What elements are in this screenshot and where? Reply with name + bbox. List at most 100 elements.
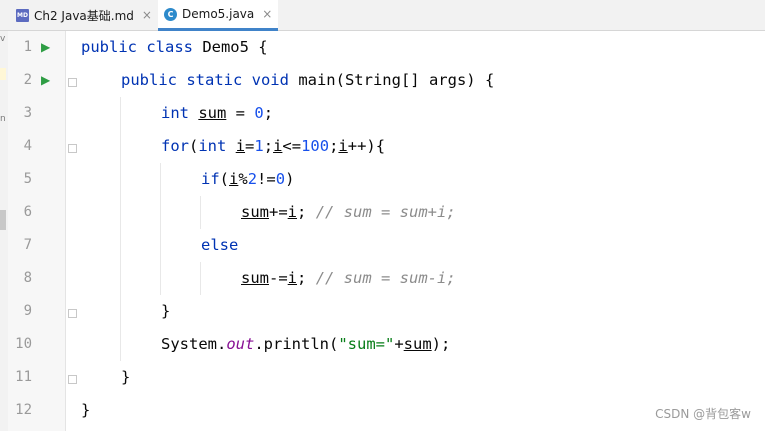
code-token: sum	[241, 203, 269, 221]
code-token: +=	[269, 203, 288, 221]
code-line[interactable]: else	[201, 229, 238, 262]
java-class-icon: C	[164, 7, 177, 21]
code-token: (	[219, 170, 230, 188]
code-token: !=	[257, 170, 276, 188]
code-token: out	[226, 335, 255, 353]
code-token: i	[235, 137, 246, 155]
code-line[interactable]: }	[121, 361, 130, 394]
code-string: "sum="	[338, 335, 395, 353]
code-token: )	[285, 170, 295, 188]
code-token: 100	[301, 137, 330, 155]
code-token: i	[338, 137, 348, 155]
code-line[interactable]: sum+=i; // sum = sum+i;	[241, 196, 456, 229]
code-token: }	[121, 368, 131, 386]
tab-label: Demo5.java	[182, 7, 255, 21]
run-icon[interactable]: ▶	[41, 31, 50, 64]
line-number[interactable]: 7	[8, 229, 32, 262]
code-token: (	[189, 137, 199, 155]
code-token: 0	[254, 104, 264, 122]
code-token: System.	[161, 335, 227, 353]
fold-marker-icon[interactable]	[68, 375, 77, 384]
line-number[interactable]: 12	[8, 394, 32, 427]
code-token: i	[287, 203, 298, 221]
close-icon[interactable]: ×	[262, 7, 272, 21]
code-token: Demo5 {	[192, 38, 268, 56]
code-line[interactable]: public static void main(String[] args) {	[121, 64, 494, 97]
code-token: %	[238, 170, 248, 188]
code-token: <=	[282, 137, 302, 155]
run-icon[interactable]: ▶	[41, 64, 50, 97]
csdn-watermark: CSDN @背包客w	[655, 407, 751, 421]
code-token: }	[161, 302, 171, 320]
code-token: .println(	[254, 335, 339, 353]
line-number[interactable]: 6	[8, 196, 32, 229]
tab-label: Ch2 Java基础.md	[34, 8, 134, 23]
code-token: 0	[275, 170, 286, 188]
fold-marker-icon[interactable]	[68, 78, 77, 87]
code-line[interactable]: if(i%2!=0)	[201, 163, 294, 196]
indent-guide	[200, 262, 201, 295]
left-strip-label: n	[0, 114, 6, 124]
code-token: int	[198, 137, 227, 155]
code-token: ;	[263, 104, 274, 122]
indent-guide	[200, 196, 201, 229]
left-strip-label: v	[0, 34, 6, 44]
code-token: if	[201, 170, 220, 188]
line-number[interactable]: 1	[8, 31, 32, 64]
close-icon[interactable]: ×	[142, 8, 152, 22]
line-number[interactable]: 9	[8, 295, 32, 328]
code-token: ;	[263, 137, 274, 155]
code-token: 1	[254, 137, 264, 155]
line-number[interactable]: 2	[8, 64, 32, 97]
left-strip-highlight	[0, 68, 6, 80]
tab-ch2-java-md[interactable]: MD Ch2 Java基础.md ×	[16, 0, 152, 30]
line-number[interactable]: 3	[8, 97, 32, 130]
code-token: 2	[247, 170, 258, 188]
code-token: i	[229, 170, 239, 188]
code-line[interactable]: int sum = 0;	[161, 97, 273, 130]
code-line[interactable]: System.out.println("sum="+sum);	[161, 328, 450, 361]
code-token: i	[287, 269, 298, 287]
line-number[interactable]: 10	[8, 328, 32, 361]
code-token: }	[81, 401, 91, 419]
code-token: ;	[297, 269, 316, 287]
code-comment: // sum = sum-i;	[315, 269, 456, 287]
line-number[interactable]: 11	[8, 361, 32, 394]
code-comment: // sum = sum+i;	[315, 203, 456, 221]
indent-guide	[120, 97, 121, 361]
indent-guide	[160, 163, 161, 295]
left-tool-strip	[0, 31, 8, 431]
left-strip-scroll-marker	[0, 210, 6, 230]
code-token: public class	[81, 38, 193, 56]
code-line[interactable]: }	[161, 295, 170, 328]
line-number[interactable]: 5	[8, 163, 32, 196]
line-number[interactable]: 4	[8, 130, 32, 163]
code-line[interactable]: sum-=i; // sum = sum-i;	[241, 262, 456, 295]
code-token: );	[431, 335, 451, 353]
code-line[interactable]: public class Demo5 {	[81, 31, 268, 64]
code-token: +	[394, 335, 404, 353]
code-token: public static void	[121, 71, 289, 89]
code-token: i	[273, 137, 283, 155]
code-token: ;	[297, 203, 316, 221]
code-token: else	[201, 236, 239, 254]
code-token: int	[161, 104, 189, 122]
code-token: ++){	[347, 137, 386, 155]
code-token: =	[245, 137, 255, 155]
code-token: sum	[198, 104, 227, 122]
code-token: sum	[241, 269, 269, 287]
fold-marker-icon[interactable]	[68, 309, 77, 318]
code-token: main(String[] args) {	[288, 71, 495, 89]
editor-tab-bar: MD Ch2 Java基础.md × C Demo5.java ×	[0, 0, 765, 31]
code-token: -=	[269, 269, 288, 287]
fold-marker-icon[interactable]	[68, 144, 77, 153]
code-line[interactable]: for(int i=1;i<=100;i++){	[161, 130, 385, 163]
line-number[interactable]: 8	[8, 262, 32, 295]
markdown-file-icon: MD	[16, 8, 29, 22]
tab-demo5-java[interactable]: C Demo5.java ×	[158, 0, 279, 31]
code-token: sum	[403, 335, 432, 353]
code-token: for	[161, 137, 189, 155]
code-line[interactable]: }	[81, 394, 90, 427]
